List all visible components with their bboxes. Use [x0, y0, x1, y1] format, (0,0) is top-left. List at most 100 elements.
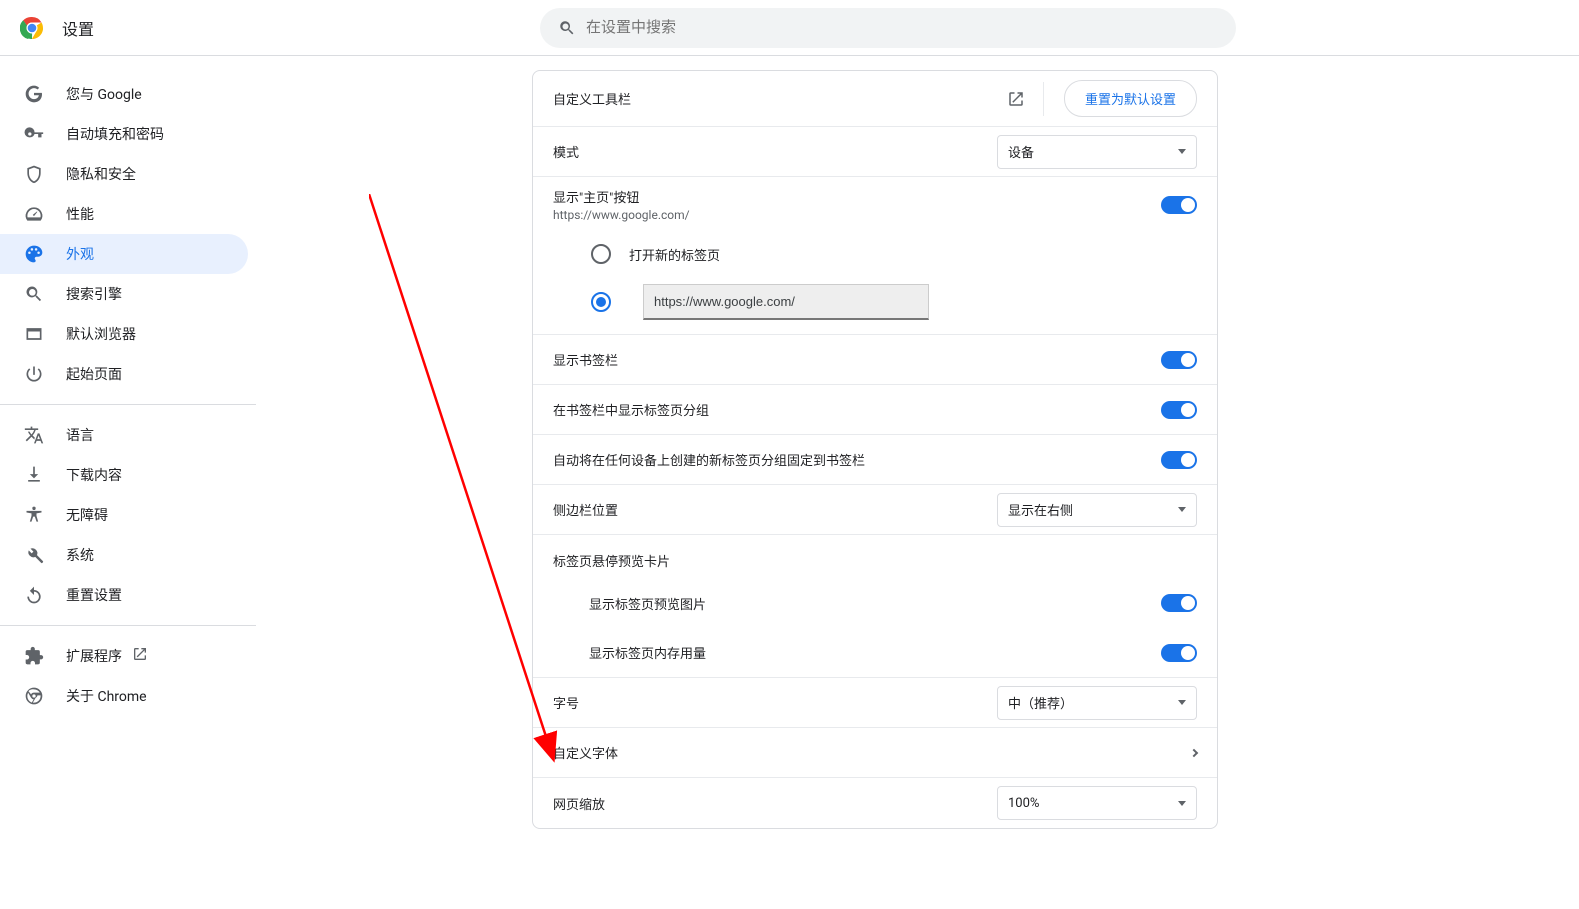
sidebar-item-label: 系统 — [66, 545, 94, 565]
row-label: 显示书签栏 — [553, 350, 618, 369]
row-label: 网页缩放 — [553, 794, 605, 813]
sidebar-item-label: 性能 — [66, 204, 94, 224]
chrome-outline-icon — [24, 686, 44, 706]
sidebar-item-autofill[interactable]: 自动填充和密码 — [0, 114, 248, 154]
row-sidepanel-position: 侧边栏位置 显示在右侧 — [533, 485, 1217, 535]
sidebar-item-performance[interactable]: 性能 — [0, 194, 248, 234]
home-url-input[interactable] — [643, 284, 929, 320]
row-hover-memory: 显示标签页内存用量 — [533, 628, 1217, 678]
shield-icon — [24, 164, 44, 184]
accessibility-icon — [24, 505, 44, 525]
sidebar-item-extensions[interactable]: 扩展程序 — [0, 636, 248, 676]
row-label: 自动将在任何设备上创建的新标签页分组固定到书签栏 — [553, 450, 865, 469]
chrome-logo-icon — [20, 16, 44, 40]
search-input[interactable] — [586, 19, 1218, 36]
row-label: 侧边栏位置 — [553, 500, 618, 519]
row-label: 模式 — [553, 142, 579, 161]
row-label: 显示"主页"按钮 — [553, 187, 690, 206]
sidebar-item-label: 默认浏览器 — [66, 324, 136, 344]
sidebar-item-label: 重置设置 — [66, 585, 122, 605]
sidebar-item-system[interactable]: 系统 — [0, 535, 248, 575]
translate-icon — [24, 425, 44, 445]
dropdown-value: 显示在右侧 — [1008, 500, 1073, 519]
sidebar-item-appearance[interactable]: 外观 — [0, 234, 248, 274]
sidebar-item-label: 无障碍 — [66, 505, 108, 525]
hover-preview-toggle[interactable] — [1161, 594, 1197, 612]
sidebar-item-languages[interactable]: 语言 — [0, 415, 248, 455]
sidebar-item-reset[interactable]: 重置设置 — [0, 575, 248, 615]
row-label: 显示标签页内存用量 — [589, 643, 706, 662]
sidebar-item-label: 起始页面 — [66, 364, 122, 384]
header: 设置 — [0, 0, 1579, 56]
sidebar-item-label: 自动填充和密码 — [66, 124, 164, 144]
row-mode: 模式 设备 — [533, 127, 1217, 177]
sidebar-item-label: 隐私和安全 — [66, 164, 136, 184]
page-title: 设置 — [62, 16, 94, 40]
reset-icon — [24, 585, 44, 605]
sidebar-item-default-browser[interactable]: 默认浏览器 — [0, 314, 248, 354]
row-show-tab-groups: 在书签栏中显示标签页分组 — [533, 385, 1217, 435]
google-g-icon — [24, 84, 44, 104]
mode-dropdown[interactable]: 设备 — [997, 135, 1197, 169]
radio-new-tab[interactable]: 打开新的标签页 — [533, 230, 1217, 278]
hover-memory-toggle[interactable] — [1161, 644, 1197, 662]
extension-icon — [24, 646, 44, 666]
radio-icon — [591, 292, 611, 312]
radio-icon — [591, 244, 611, 264]
page-zoom-dropdown[interactable]: 100% — [997, 786, 1197, 820]
sidebar-item-privacy[interactable]: 隐私和安全 — [0, 154, 248, 194]
row-label: 显示标签页预览图片 — [589, 594, 706, 613]
show-bookmarks-toggle[interactable] — [1161, 351, 1197, 369]
power-icon — [24, 364, 44, 384]
settings-card: 自定义工具栏 重置为默认设置 模式 设备 显示"主页"按钮 https://ww… — [532, 70, 1218, 829]
sidebar-divider — [0, 625, 256, 626]
font-size-dropdown[interactable]: 中（推荐） — [997, 686, 1197, 720]
sidebar-item-label: 扩展程序 — [66, 646, 122, 666]
row-label: 在书签栏中显示标签页分组 — [553, 400, 709, 419]
auto-pin-toggle[interactable] — [1161, 451, 1197, 469]
reset-button[interactable]: 重置为默认设置 — [1064, 80, 1197, 117]
radio-custom-url[interactable] — [533, 278, 1217, 335]
dropdown-value: 中（推荐） — [1008, 693, 1073, 712]
row-customize-fonts[interactable]: 自定义字体 — [533, 728, 1217, 778]
sidebar-item-accessibility[interactable]: 无障碍 — [0, 495, 248, 535]
radio-label: 打开新的标签页 — [629, 245, 720, 264]
sidebar: 您与 Google 自动填充和密码 隐私和安全 性能 外观 搜索引擎 默认浏览器 — [0, 56, 260, 909]
open-in-new-icon — [132, 646, 148, 666]
sidebar-item-about[interactable]: 关于 Chrome — [0, 676, 248, 716]
sidebar-item-label: 外观 — [66, 244, 94, 264]
sidepanel-dropdown[interactable]: 显示在右侧 — [997, 493, 1197, 527]
sidebar-item-label: 关于 Chrome — [66, 686, 147, 706]
sidebar-item-label: 您与 Google — [66, 84, 142, 104]
sidebar-item-you-and-google[interactable]: 您与 Google — [0, 74, 248, 114]
palette-icon — [24, 244, 44, 264]
row-show-bookmarks: 显示书签栏 — [533, 335, 1217, 385]
sidebar-item-label: 语言 — [66, 425, 94, 445]
row-label: 自定义工具栏 — [553, 89, 631, 108]
home-button-toggle[interactable] — [1161, 196, 1197, 214]
browser-icon — [24, 324, 44, 344]
row-customize-toolbar[interactable]: 自定义工具栏 重置为默认设置 — [533, 71, 1217, 127]
show-tab-groups-toggle[interactable] — [1161, 401, 1197, 419]
sidebar-item-downloads[interactable]: 下载内容 — [0, 455, 248, 495]
search-bar[interactable] — [540, 8, 1236, 48]
chevron-down-icon — [1178, 149, 1186, 154]
open-in-new-icon[interactable] — [989, 82, 1044, 116]
row-home-button: 显示"主页"按钮 https://www.google.com/ — [533, 177, 1217, 230]
sidebar-item-on-startup[interactable]: 起始页面 — [0, 354, 248, 394]
row-hover-preview-image: 显示标签页预览图片 — [533, 578, 1217, 628]
sidebar-item-search-engine[interactable]: 搜索引擎 — [0, 274, 248, 314]
dropdown-value: 100% — [1008, 796, 1039, 811]
chevron-down-icon — [1178, 700, 1186, 705]
chevron-down-icon — [1178, 801, 1186, 806]
search-icon — [24, 284, 44, 304]
sidebar-item-label: 下载内容 — [66, 465, 122, 485]
sidebar-divider — [0, 404, 256, 405]
wrench-icon — [24, 545, 44, 565]
row-auto-pin-groups: 自动将在任何设备上创建的新标签页分组固定到书签栏 — [533, 435, 1217, 485]
chevron-right-icon — [1190, 748, 1198, 756]
chevron-down-icon — [1178, 507, 1186, 512]
dropdown-value: 设备 — [1008, 142, 1034, 161]
download-icon — [24, 465, 44, 485]
section-heading-hover-cards: 标签页悬停预览卡片 — [533, 535, 1217, 578]
